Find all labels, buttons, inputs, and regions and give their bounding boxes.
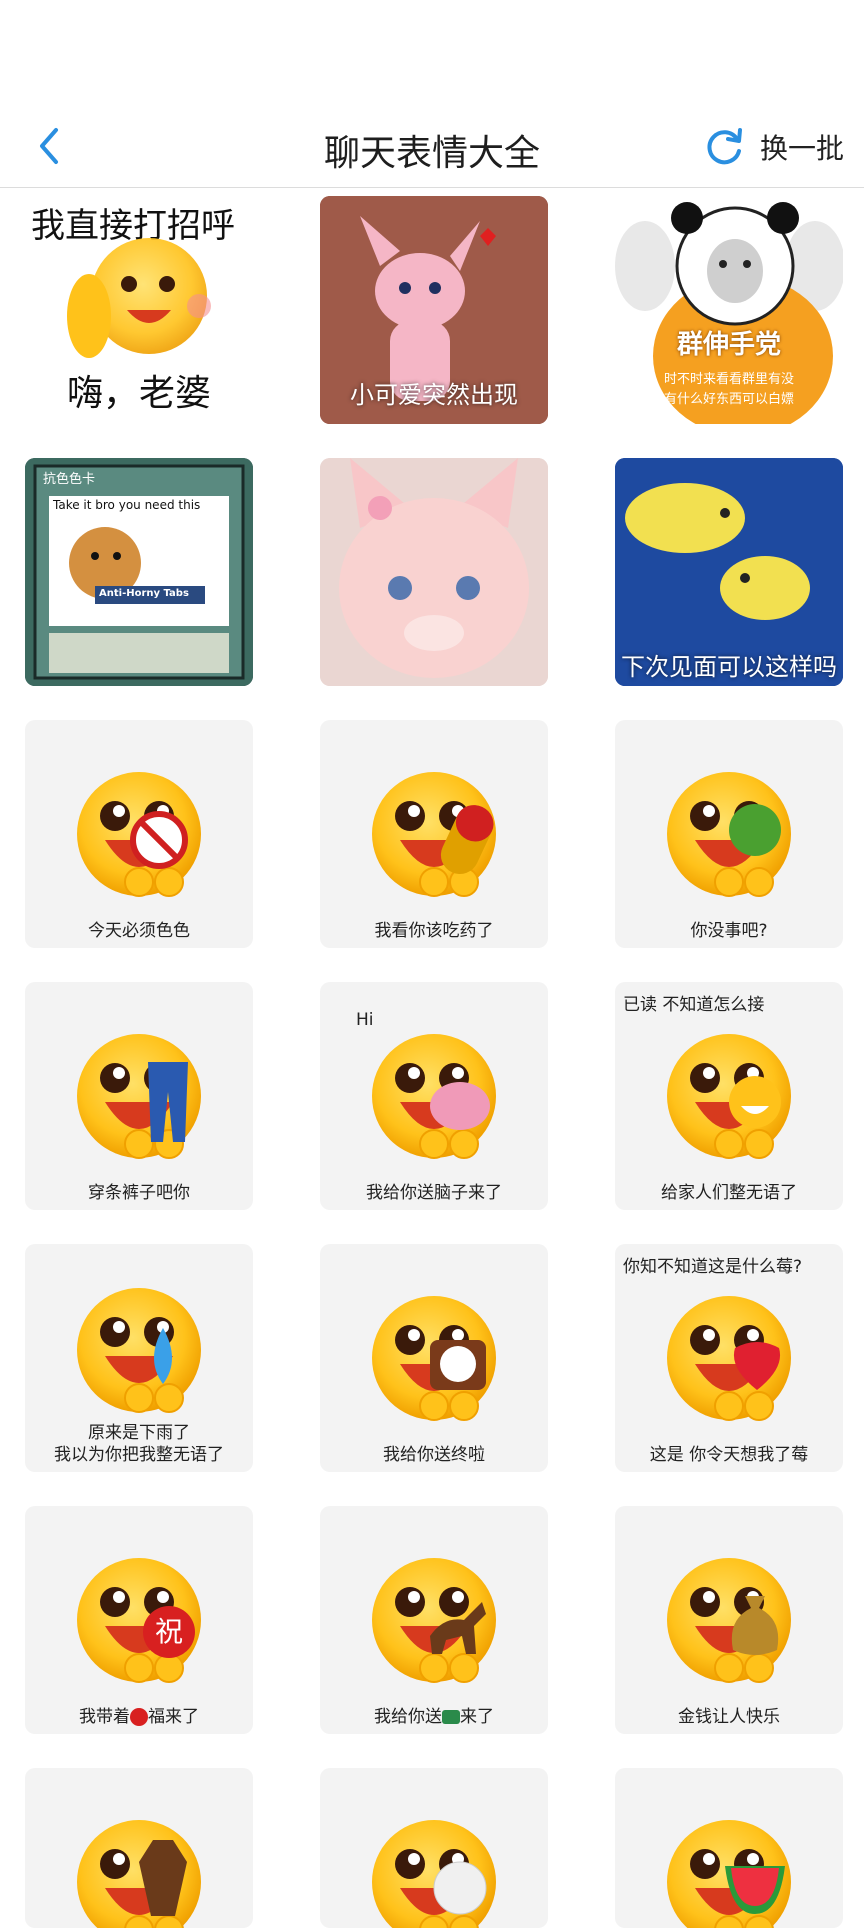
caption-part-1: 我带着 xyxy=(79,1707,130,1727)
jeans-icon xyxy=(148,1062,188,1142)
water-drop-icon xyxy=(154,1328,172,1384)
trading-card-icon xyxy=(25,458,253,686)
coffin-icon xyxy=(139,1840,187,1916)
sticker-caption: 金钱让人快乐 xyxy=(678,1707,780,1727)
brain-icon xyxy=(430,1082,490,1130)
card-top-text: Take it bro you need this xyxy=(53,498,201,512)
sticker-emoji-7[interactable]: 原来是下雨了 我以为你把我整无语了 xyxy=(25,1244,253,1472)
sticker-hi-wife[interactable]: 我直接打招呼 嗨，老婆 xyxy=(25,196,253,424)
refresh-button[interactable]: 换一批 xyxy=(704,122,844,172)
waving-emoji-icon xyxy=(67,238,211,358)
strawberry-icon xyxy=(733,1342,781,1390)
sticker-emoji-14[interactable] xyxy=(320,1768,548,1928)
sticker-cute-appear[interactable]: 小可爱突然出现 xyxy=(320,196,548,424)
sticker-caption: 我给你送终啦 xyxy=(383,1445,485,1465)
pink-fox-face-icon xyxy=(320,458,548,686)
sticker-title: 群伸手党 xyxy=(676,330,781,360)
mantel-clock-icon xyxy=(430,1340,486,1390)
status-bar xyxy=(0,0,864,110)
card-title: 抗色色卡 xyxy=(43,472,96,487)
caption-part-1: 我给你送 xyxy=(374,1707,442,1727)
refresh-label: 换一批 xyxy=(759,132,844,165)
sticker-caption: 我带着 福来了 xyxy=(29,1706,249,1728)
horse-mini-icon xyxy=(442,1710,460,1724)
caption-part-2: 福来了 xyxy=(148,1707,199,1727)
sticker-emoji-1[interactable]: 今天必须色色 xyxy=(25,720,253,948)
refresh-icon xyxy=(707,128,742,165)
sticker-emoji-13[interactable] xyxy=(25,1768,253,1928)
no-18-icon xyxy=(130,811,188,869)
sticker-emoji-4[interactable]: 穿条裤子吧你 xyxy=(25,982,253,1210)
blessing-badge: 祝 xyxy=(143,1606,195,1658)
sticker-emoji-3[interactable]: 你没事吧? xyxy=(615,720,843,948)
watermelon-icon xyxy=(725,1866,785,1914)
sticker-emoji-11[interactable]: 我给你送 来了 xyxy=(320,1506,548,1734)
sticker-emoji-6[interactable]: 已读 不知道怎么接 给家人们整无语了 xyxy=(615,982,843,1210)
sticker-caption-2: 我以为你把我整无语了 xyxy=(54,1445,224,1465)
sticker-caption: 我看你该吃药了 xyxy=(374,921,494,941)
sticker-caption: 这是 你令天想我了莓 xyxy=(649,1445,809,1465)
sticker-caption: 我给你送脑子来了 xyxy=(366,1183,502,1203)
sticker-emoji-9[interactable]: 你知不知道这是什么莓? 这是 你令天想我了莓 xyxy=(615,1244,843,1472)
sticker-sub-1: 时不时来看看群里有没 xyxy=(663,372,794,387)
sticker-caption: 今天必须色色 xyxy=(88,921,190,941)
sticker-emoji-12[interactable]: 金钱让人快乐 xyxy=(615,1506,843,1734)
sweat-smile-icon xyxy=(729,1076,781,1128)
sticker-emoji-5[interactable]: Hi 我给你送脑子来了 xyxy=(320,982,548,1210)
sticker-sub-2: 有什么好东西可以白嫖 xyxy=(663,392,794,407)
green-vegetable-icon xyxy=(729,804,781,856)
sticker-emoji-15[interactable] xyxy=(615,1768,843,1928)
sticker-caption: 小可爱突然出现 xyxy=(350,381,518,409)
top-bar: 聊天表情大全 换一批 xyxy=(0,110,864,188)
sticker-caption: 下次见面可以这样吗 xyxy=(621,653,837,681)
money-bag-icon xyxy=(731,1596,779,1655)
sticker-emoji-8[interactable]: 我给你送终啦 xyxy=(320,1244,548,1472)
sticker-caption: 给家人们整无语了 xyxy=(661,1183,797,1203)
sticker-caption: 穿条裤子吧你 xyxy=(88,1183,190,1203)
sticker-bottom-text: 嗨，老婆 xyxy=(66,373,211,414)
sticker-emoji-10[interactable]: 祝 我带着 福来了 xyxy=(25,1506,253,1734)
sticker-fish-kiss[interactable]: 下次见面可以这样吗 xyxy=(615,458,843,686)
sticker-caption-1: 原来是下雨了 xyxy=(88,1423,190,1443)
sticker-caption: 你没事吧? xyxy=(690,921,768,941)
rice-bowl-icon xyxy=(433,1861,487,1915)
sticker-emoji-2[interactable]: 我看你该吃药了 xyxy=(320,720,548,948)
sticker-pink-fox[interactable] xyxy=(320,458,548,686)
horse-icon xyxy=(430,1602,486,1654)
sticker-top-text: 你知不知道这是什么莓? xyxy=(623,1257,803,1277)
caption-part-2: 来了 xyxy=(460,1707,494,1727)
sticker-caption: 我给你送 来了 xyxy=(324,1706,544,1728)
sticker-anti-horny-card[interactable]: 抗色色卡 Take it bro you need this Anti-Horn… xyxy=(25,458,253,686)
sticker-freeloader[interactable]: 群伸手党 时不时来看看群里有没 有什么好东西可以白嫖 xyxy=(615,196,843,424)
sticker-top-text: 已读 不知道怎么接 xyxy=(623,995,765,1015)
blessing-mini-icon xyxy=(130,1708,148,1726)
card-banner: Anti-Horny Tabs xyxy=(99,588,189,599)
emoji-face-icon xyxy=(76,1287,202,1413)
pill-icon xyxy=(440,805,494,874)
